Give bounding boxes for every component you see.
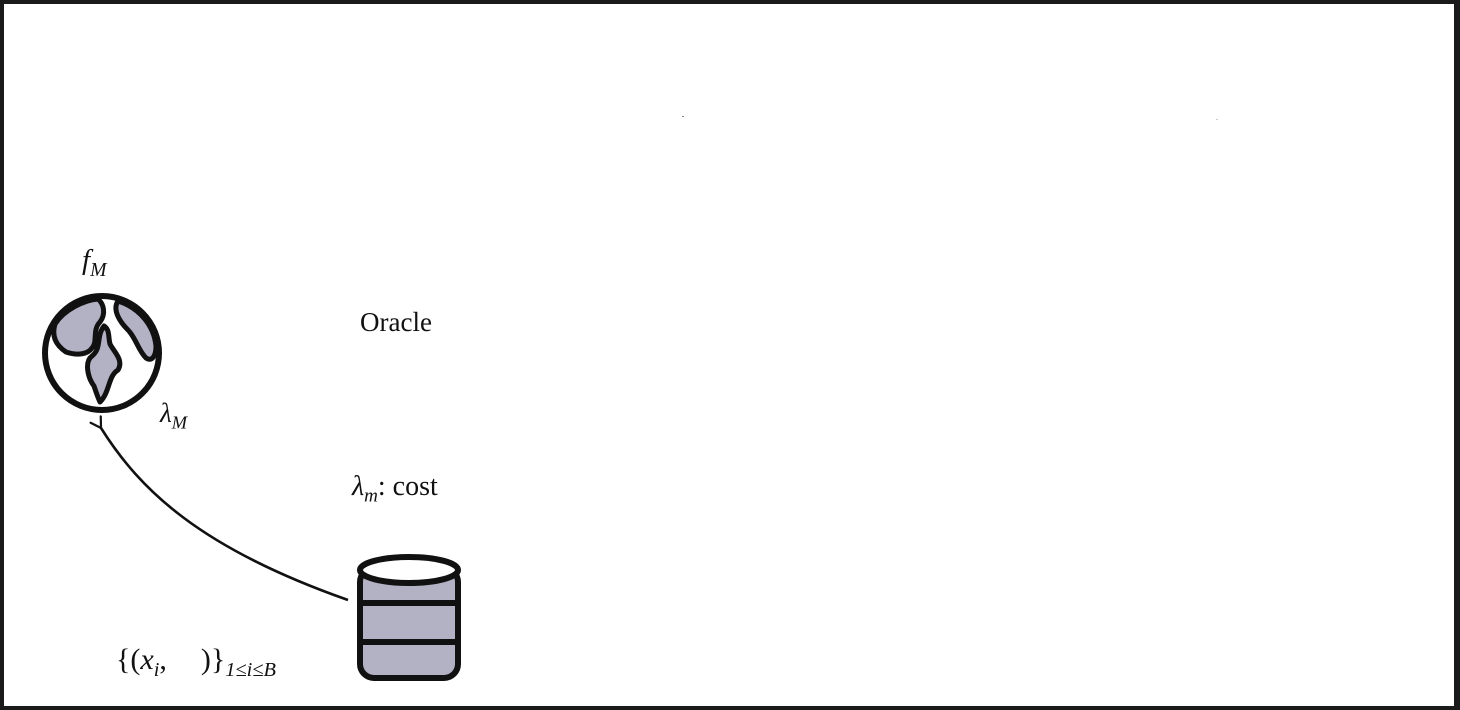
globe-icon <box>42 293 162 413</box>
query-arrow <box>101 428 349 602</box>
arrow-label: λM <box>160 398 187 433</box>
dataset-label: {(xi,)}1≤i≤B <box>116 643 276 682</box>
database-icon <box>357 554 461 681</box>
speck <box>1216 119 1218 120</box>
globe-label: fM <box>82 244 107 281</box>
speck <box>682 116 684 117</box>
cost-label: λm: cost <box>352 471 438 507</box>
diagram-canvas <box>42 293 461 681</box>
oracle-label: Oracle <box>360 307 432 337</box>
